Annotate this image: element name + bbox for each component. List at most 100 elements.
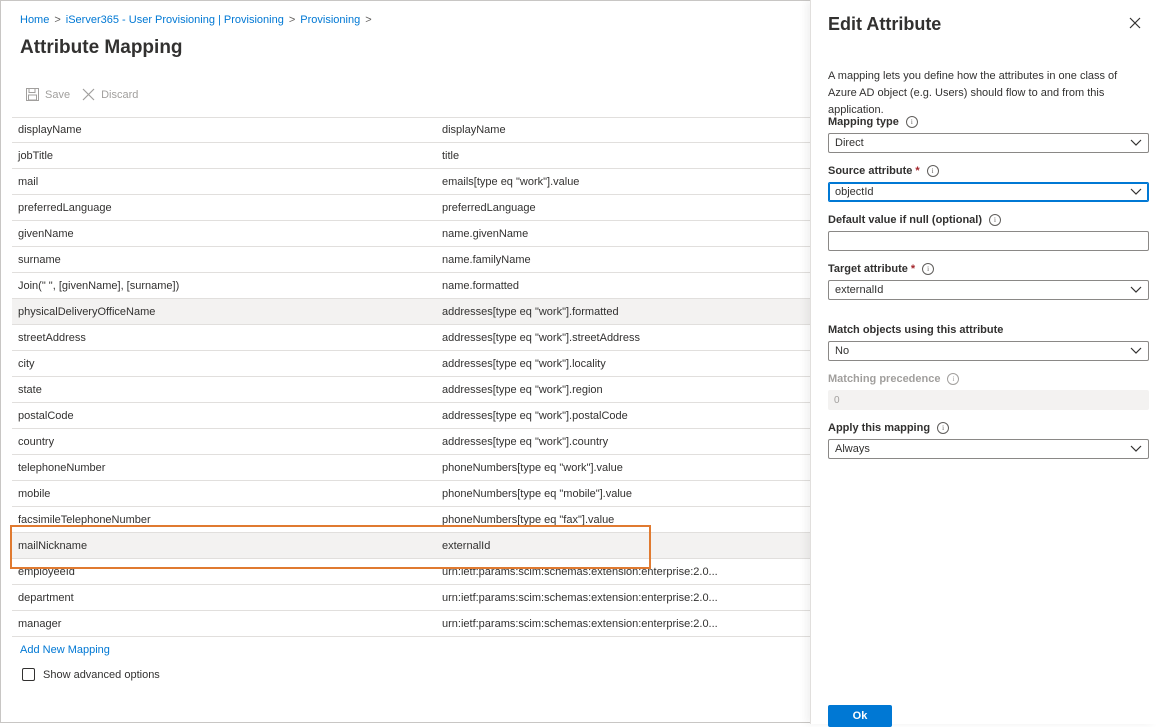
table-row[interactable]: department urn:ietf:params:scim:schemas:e… (12, 585, 810, 611)
breadcrumb-app-provisioning[interactable]: iServer365 - User Provisioning | Provisi… (66, 14, 284, 26)
mapping-type-dropdown[interactable]: Direct (828, 133, 1149, 153)
match-objects-dropdown[interactable]: No (828, 341, 1149, 361)
table-row[interactable]: manager urn:ietf:params:scim:schemas:exte… (12, 611, 810, 637)
target-attribute-cell: emails[type eq "work"].value (442, 175, 580, 188)
required-mark: * (910, 263, 916, 275)
table-row[interactable]: streetAddress addresses[type eq "work"].s… (12, 325, 810, 351)
table-row[interactable]: city addresses[type eq "work"].locality (12, 351, 810, 377)
discard-button[interactable]: Discard (82, 88, 138, 101)
mapping-type-value: Direct (835, 137, 864, 149)
target-attribute-dropdown[interactable]: externalId (828, 280, 1149, 300)
source-attribute-value: objectId (835, 186, 874, 198)
chevron-down-icon (1130, 286, 1142, 293)
info-icon[interactable]: i (947, 373, 960, 385)
target-attribute-cell: addresses[type eq "work"].postalCode (442, 409, 628, 422)
apply-mapping-label-text: Apply this mapping (828, 422, 931, 434)
table-row[interactable]: preferredLanguage preferredLanguage (12, 195, 810, 221)
matching-precedence-label-text: Matching precedence (828, 373, 941, 385)
target-attribute-cell: urn:ietf:params:scim:schemas:extension:e… (442, 591, 718, 604)
default-value-label: Default value if null (optional) i (828, 212, 1149, 228)
breadcrumb-separator-icon: > (288, 14, 296, 26)
required-mark: * (915, 165, 920, 177)
save-button[interactable]: Save (26, 88, 70, 101)
info-icon[interactable]: i (926, 165, 939, 177)
info-icon[interactable]: i (937, 422, 950, 434)
source-attribute-dropdown[interactable]: objectId (828, 182, 1149, 202)
target-attribute-cell: name.formatted (442, 279, 520, 292)
mapping-type-field: Mapping type i Direct (828, 114, 1149, 153)
breadcrumb-separator-icon: > (365, 14, 372, 26)
target-attribute-label: Target attribute * i (828, 261, 1149, 277)
panel-title: Edit Attribute (828, 14, 942, 34)
match-objects-field: Match objects using this attribute No (828, 322, 1149, 361)
table-row[interactable]: country addresses[type eq "work"].country (12, 429, 810, 455)
source-attribute-label: Source attribute * i (828, 163, 1149, 179)
source-attribute-cell: mobile (18, 487, 51, 500)
target-attribute-cell: name.familyName (442, 253, 531, 266)
chevron-down-icon (1130, 445, 1142, 452)
table-row[interactable]: givenName name.givenName (12, 221, 810, 247)
mapping-table: displayName displayName jobTitle title mail e… (12, 117, 810, 637)
target-attribute-cell: urn:ietf:params:scim:schemas:extension:e… (442, 617, 718, 630)
source-attribute-cell: department (18, 591, 74, 604)
target-attribute-cell: externalId (442, 539, 491, 552)
breadcrumb-home[interactable]: Home (20, 14, 49, 26)
show-advanced-options[interactable]: Show advanced options (22, 668, 160, 681)
table-row[interactable]: facsimileTelephoneNumber phoneNumbers[typ… (12, 507, 810, 533)
source-attribute-cell: manager (18, 617, 62, 630)
info-icon[interactable]: i (989, 214, 1001, 226)
match-objects-label-text: Match objects using this attribute (828, 324, 1004, 336)
edit-attribute-panel: Edit Attribute A mapping lets you define… (810, 0, 1156, 727)
table-row[interactable]: mail emails[type eq "work"].value (12, 169, 810, 195)
apply-mapping-value: Always (835, 443, 870, 455)
target-attribute-cell: addresses[type eq "work"].locality (442, 357, 606, 370)
mapping-type-label-text: Mapping type (828, 116, 899, 128)
target-attribute-label-text: Target attribute (828, 263, 908, 275)
target-attribute-value: externalId (835, 284, 884, 296)
attribute-mapping-blade: Home > iServer365 - User Provisioning | Pr… (0, 0, 810, 724)
discard-icon (82, 88, 95, 101)
apply-mapping-dropdown[interactable]: Always (828, 439, 1149, 459)
show-advanced-label: Show advanced options (43, 668, 160, 681)
page-title: Attribute Mapping (20, 37, 183, 58)
target-attribute-cell: addresses[type eq "work"].streetAddress (442, 331, 640, 344)
table-row[interactable]: displayName displayName (12, 117, 810, 143)
target-attribute-cell: phoneNumbers[type eq "fax"].value (442, 513, 615, 526)
target-attribute-field: Target attribute * i externalId (828, 261, 1149, 300)
target-attribute-cell: preferredLanguage (442, 201, 536, 214)
target-attribute-cell: addresses[type eq "work"].formatted (442, 305, 619, 318)
source-attribute-field: Source attribute * i objectId (828, 163, 1149, 202)
matching-precedence-label: Matching precedence i (828, 371, 1149, 387)
apply-mapping-field: Apply this mapping i Always (828, 420, 1149, 459)
match-objects-label: Match objects using this attribute (828, 322, 1149, 338)
target-attribute-cell: displayName (442, 124, 506, 136)
default-value-input[interactable] (828, 231, 1149, 251)
matching-precedence-field: Matching precedence i 0 (828, 371, 1149, 410)
table-row[interactable]: physicalDeliveryOfficeName addresses[type… (12, 299, 810, 325)
close-icon[interactable] (1128, 16, 1142, 30)
info-icon[interactable]: i (922, 263, 935, 275)
save-label: Save (45, 88, 71, 101)
table-row[interactable]: postalCode addresses[type eq "work"].post… (12, 403, 810, 429)
table-row[interactable]: mobile phoneNumbers[type eq "mobile"].val… (12, 481, 810, 507)
breadcrumb: Home > iServer365 - User Provisioning | Pr… (20, 14, 377, 26)
target-attribute-cell: name.givenName (442, 227, 529, 240)
info-icon[interactable]: i (905, 116, 918, 128)
match-objects-value: No (835, 345, 850, 357)
source-attribute-cell: mailNickname (18, 539, 88, 552)
table-row[interactable]: mailNickname externalId (12, 533, 810, 559)
table-row[interactable]: employeeId urn:ietf:params:scim:schemas:e… (12, 559, 810, 585)
table-row[interactable]: jobTitle title (12, 143, 810, 169)
add-new-mapping-link[interactable]: Add New Mapping (20, 644, 110, 656)
source-attribute-cell: facsimileTelephoneNumber (18, 513, 151, 526)
show-advanced-checkbox[interactable] (22, 668, 35, 681)
toolbar: Save Discard (26, 88, 150, 101)
mapping-type-label: Mapping type i (828, 114, 1149, 130)
table-row[interactable]: Join(" ", [givenName], [surname]) name.fo… (12, 273, 810, 299)
table-row[interactable]: state addresses[type eq "work"].region (12, 377, 810, 403)
table-row[interactable]: surname name.familyName (12, 247, 810, 273)
target-attribute-cell: phoneNumbers[type eq "work"].value (442, 461, 623, 474)
source-attribute-cell: preferredLanguage (18, 201, 112, 214)
table-row[interactable]: telephoneNumber phoneNumbers[type eq "wor… (12, 455, 810, 481)
breadcrumb-provisioning[interactable]: Provisioning (300, 14, 360, 26)
